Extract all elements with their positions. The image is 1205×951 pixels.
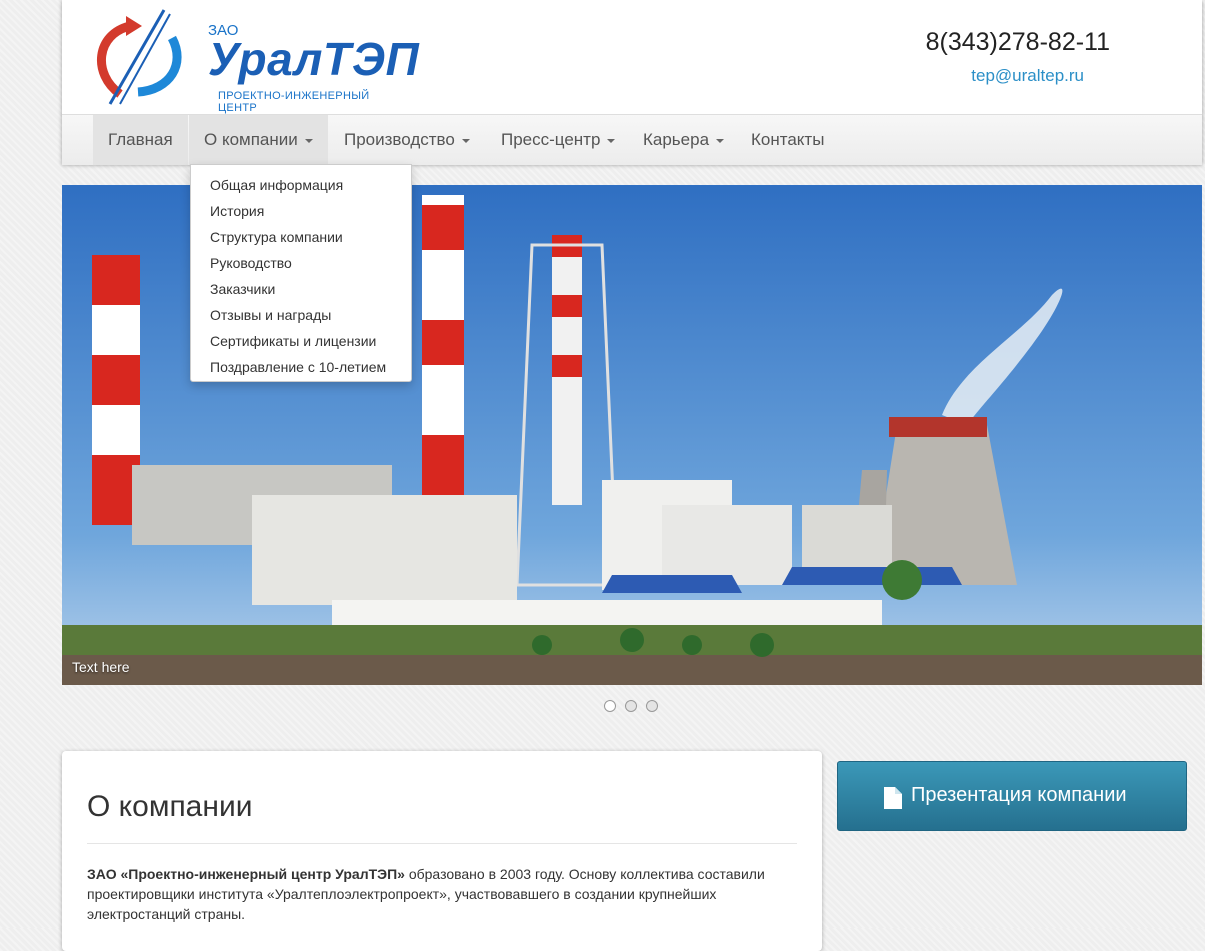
document-icon bbox=[884, 787, 902, 809]
nav-label: О компании bbox=[204, 130, 298, 149]
nav-item-production[interactable]: Производство bbox=[329, 115, 485, 165]
dropdown-item-management[interactable]: Руководство bbox=[191, 250, 411, 276]
nav-label: Карьера bbox=[643, 130, 710, 149]
dropdown-item-reviews[interactable]: Отзывы и награды bbox=[191, 302, 411, 328]
logo-subtitle: ПРОЕКТНО-ИНЖЕНЕРНЫЙ ЦЕНТР bbox=[218, 90, 370, 114]
nav-label: Главная bbox=[108, 130, 173, 149]
caret-down-icon bbox=[304, 138, 313, 143]
carousel-indicator-3[interactable] bbox=[646, 700, 658, 712]
presentation-button[interactable]: Презентация компании bbox=[837, 761, 1187, 831]
dropdown-item-certificates[interactable]: Сертификаты и лицензии bbox=[191, 328, 411, 354]
phone-number: 8(343)278-82-11 bbox=[925, 28, 1110, 56]
caret-down-icon bbox=[715, 138, 724, 143]
nav-label: Контакты bbox=[751, 130, 825, 149]
nav-item-home[interactable]: Главная bbox=[93, 115, 188, 165]
nav-item-about[interactable]: О компании bbox=[189, 115, 328, 165]
dropdown-item-history[interactable]: История bbox=[191, 198, 411, 224]
logo-name: УралТЭП bbox=[208, 33, 420, 85]
dropdown-item-clients[interactable]: Заказчики bbox=[191, 276, 411, 302]
dropdown-item-anniversary[interactable]: Поздравление с 10-летием bbox=[191, 354, 411, 380]
nav-item-press[interactable]: Пресс-центр bbox=[486, 115, 630, 165]
nav-label: Пресс-центр bbox=[501, 130, 601, 149]
logo-emblem-icon bbox=[96, 9, 182, 105]
carousel-indicator-2[interactable] bbox=[625, 700, 637, 712]
dropdown-item-structure[interactable]: Структура компании bbox=[191, 224, 411, 250]
email-link[interactable]: tep@uraltep.ru bbox=[971, 66, 1084, 86]
about-paragraph: ЗАО «Проектно-инженерный центр УралТЭП» … bbox=[87, 864, 807, 924]
presentation-button-label: Презентация компании bbox=[911, 784, 1127, 806]
main-navbar: Главная О компании Производство Пресс-це… bbox=[62, 114, 1202, 165]
nav-item-contacts[interactable]: Контакты bbox=[736, 115, 839, 165]
site-logo[interactable]: ЗАО УралТЭП ПРОЕКТНО-ИНЖЕНЕРНЫЙ ЦЕНТР bbox=[90, 4, 419, 114]
dropdown-item-general-info[interactable]: Общая информация bbox=[191, 172, 411, 198]
about-company-name: ЗАО «Проектно-инженерный центр УралТЭП» bbox=[87, 866, 405, 882]
carousel-caption: Text here bbox=[72, 659, 130, 675]
about-section: О компании ЗАО «Проектно-инженерный цент… bbox=[62, 751, 822, 951]
about-dropdown-menu: Общая информация История Структура компа… bbox=[190, 164, 412, 382]
nav-item-career[interactable]: Карьера bbox=[628, 115, 739, 165]
section-title: О компании bbox=[87, 790, 253, 823]
carousel-indicator-1[interactable] bbox=[604, 700, 616, 712]
divider bbox=[87, 843, 797, 844]
nav-label: Производство bbox=[344, 130, 455, 149]
caret-down-icon bbox=[607, 138, 616, 143]
caret-down-icon bbox=[461, 138, 470, 143]
site-header: ЗАО УралТЭП ПРОЕКТНО-ИНЖЕНЕРНЫЙ ЦЕНТР 8(… bbox=[62, 0, 1202, 165]
